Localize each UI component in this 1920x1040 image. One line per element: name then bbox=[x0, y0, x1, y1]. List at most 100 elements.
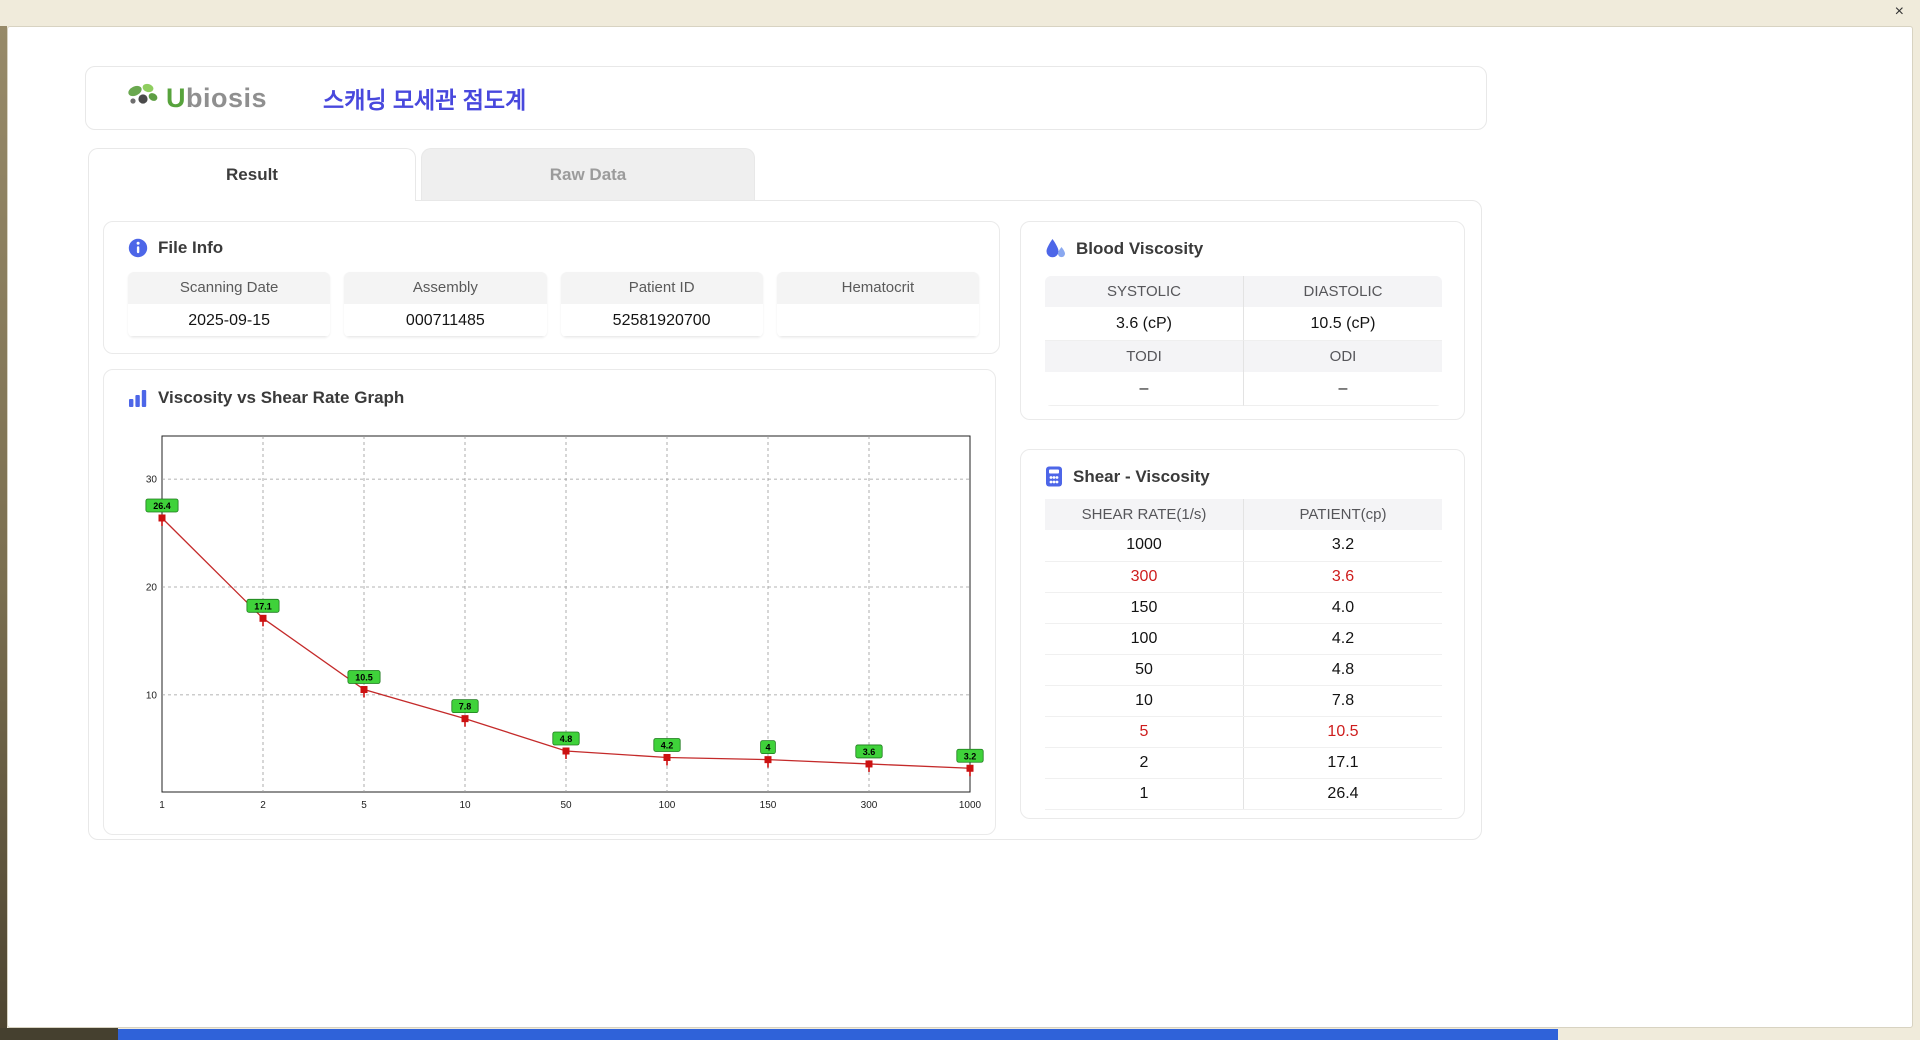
desktop-left-strip bbox=[0, 26, 7, 1028]
file-info-field-hematocrit: Hematocrit bbox=[776, 272, 979, 337]
graph-card: Viscosity vs Shear Rate Graph 10 20 30 1 2 5 1… bbox=[103, 369, 996, 835]
svg-text:50: 50 bbox=[560, 800, 572, 811]
svg-text:100: 100 bbox=[659, 800, 676, 811]
shear-table-row: 300 3.6 bbox=[1045, 561, 1442, 593]
shear-table-row: 50 4.8 bbox=[1045, 654, 1442, 686]
svg-text:10: 10 bbox=[459, 800, 471, 811]
tab-result[interactable]: Result bbox=[88, 148, 416, 201]
close-icon[interactable]: × bbox=[1895, 3, 1904, 21]
patient-cp-cell: 17.1 bbox=[1243, 747, 1442, 779]
bar-chart-icon bbox=[128, 388, 148, 408]
shear-rate-cell: 300 bbox=[1045, 561, 1244, 593]
field-value bbox=[776, 304, 979, 337]
shear-table-row: 1000 3.2 bbox=[1045, 530, 1442, 562]
blood-viscosity-grid: SYSTOLIC DIASTOLIC 3.6 (cP) 10.5 (cP) TODI OD… bbox=[1045, 276, 1442, 406]
file-info-card: File Info Scanning Date 2025-09-15 Assembl… bbox=[103, 221, 1000, 354]
file-info-field-scanning-date: Scanning Date 2025-09-15 bbox=[128, 272, 331, 337]
patient-cp-cell: 3.6 bbox=[1243, 561, 1442, 593]
page-title: 스캐닝 모세관 점도계 bbox=[323, 87, 527, 113]
svg-text:10.5: 10.5 bbox=[355, 673, 373, 683]
patient-cp-cell: 26.4 bbox=[1243, 778, 1442, 810]
svg-text:7.8: 7.8 bbox=[459, 702, 472, 712]
bv-header-todi: TODI bbox=[1045, 341, 1243, 372]
bv-header-systolic: SYSTOLIC bbox=[1045, 276, 1243, 307]
svg-text:17.1: 17.1 bbox=[254, 601, 272, 611]
svg-text:30: 30 bbox=[146, 475, 158, 486]
bv-header-row: TODI ODI bbox=[1045, 341, 1442, 372]
shear-rate-cell: 50 bbox=[1045, 654, 1244, 686]
svg-text:3.2: 3.2 bbox=[964, 751, 977, 761]
graph-title-row: Viscosity vs Shear Rate Graph bbox=[128, 388, 995, 408]
svg-text:1: 1 bbox=[159, 800, 165, 811]
field-label: Hematocrit bbox=[776, 272, 979, 304]
leaf-logo-icon bbox=[124, 82, 162, 114]
shear-viscosity-title-row: Shear - Viscosity bbox=[1045, 466, 1442, 487]
shear-column-header: SHEAR RATE(1/s) bbox=[1045, 499, 1244, 530]
shear-table-row: 2 17.1 bbox=[1045, 747, 1442, 779]
bv-value-row: 3.6 (cP) 10.5 (cP) bbox=[1045, 307, 1442, 341]
field-value: 52581920700 bbox=[560, 304, 763, 337]
field-value: 000711485 bbox=[344, 304, 547, 337]
logo-text: Ubiosis bbox=[166, 82, 268, 113]
file-info-field-assembly: Assembly 000711485 bbox=[344, 272, 547, 337]
svg-text:5: 5 bbox=[361, 800, 367, 811]
file-info-fields: Scanning Date 2025-09-15 Assembly 000711485… bbox=[128, 272, 979, 337]
field-label: Patient ID bbox=[560, 272, 763, 304]
svg-text:26.4: 26.4 bbox=[153, 501, 171, 511]
bv-header-odi: ODI bbox=[1243, 341, 1442, 372]
bv-value-systolic: 3.6 (cP) bbox=[1045, 307, 1243, 341]
tab-raw-data[interactable]: Raw Data bbox=[421, 148, 755, 200]
field-label: Assembly bbox=[344, 272, 547, 304]
desktop-bottom-dark-strip bbox=[0, 1028, 118, 1040]
svg-text:4.2: 4.2 bbox=[661, 740, 674, 750]
patient-cp-cell: 4.0 bbox=[1243, 592, 1442, 624]
bv-value-row: – – bbox=[1045, 372, 1442, 406]
graph-heading: Viscosity vs Shear Rate Graph bbox=[158, 388, 405, 407]
file-info-title-row: File Info bbox=[128, 238, 979, 258]
info-icon bbox=[128, 238, 148, 258]
shear-rate-cell: 1000 bbox=[1045, 530, 1244, 562]
patient-cp-cell: 10.5 bbox=[1243, 716, 1442, 748]
patient-cp-cell: 7.8 bbox=[1243, 685, 1442, 717]
shear-rate-cell: 1 bbox=[1045, 778, 1244, 810]
patient-cp-cell: 3.2 bbox=[1243, 530, 1442, 562]
shear-rate-cell: 2 bbox=[1045, 747, 1244, 779]
bv-header-diastolic: DIASTOLIC bbox=[1243, 276, 1442, 307]
shear-table-row: 10 7.8 bbox=[1045, 685, 1442, 717]
shear-viscosity-card: Shear - Viscosity SHEAR RATE(1/s) PATIENT… bbox=[1020, 449, 1465, 819]
svg-text:2: 2 bbox=[260, 800, 266, 811]
svg-text:1000: 1000 bbox=[959, 800, 982, 811]
shear-rate-cell: 100 bbox=[1045, 623, 1244, 655]
bv-value-odi: – bbox=[1243, 372, 1442, 406]
svg-text:4: 4 bbox=[765, 743, 770, 753]
svg-text:20: 20 bbox=[146, 583, 158, 594]
patient-cp-cell: 4.2 bbox=[1243, 623, 1442, 655]
svg-text:3.6: 3.6 bbox=[863, 747, 876, 757]
patient-cp-cell: 4.8 bbox=[1243, 654, 1442, 686]
viscosity-shear-chart: 10 20 30 1 2 5 10 50 100 150 300 1000 26.4 17.1 10.5 7.… bbox=[145, 435, 984, 811]
shear-rate-cell: 10 bbox=[1045, 685, 1244, 717]
shear-table-row: 5 10.5 bbox=[1045, 716, 1442, 748]
shear-rate-cell: 5 bbox=[1045, 716, 1244, 748]
calculator-icon bbox=[1045, 466, 1063, 487]
bv-value-diastolic: 10.5 (cP) bbox=[1243, 307, 1442, 341]
field-label: Scanning Date bbox=[128, 272, 331, 304]
desktop-bottom-blue-bar bbox=[118, 1029, 1558, 1040]
blood-viscosity-heading: Blood Viscosity bbox=[1076, 239, 1204, 258]
shear-column-header: PATIENT(cp) bbox=[1243, 499, 1442, 530]
shear-table-row: 1 26.4 bbox=[1045, 778, 1442, 810]
file-info-field-patient-id: Patient ID 52581920700 bbox=[560, 272, 763, 337]
bv-header-row: SYSTOLIC DIASTOLIC bbox=[1045, 276, 1442, 307]
file-info-heading: File Info bbox=[158, 238, 224, 257]
bv-value-todi: – bbox=[1045, 372, 1243, 406]
field-value: 2025-09-15 bbox=[128, 304, 331, 337]
blood-viscosity-title-row: Blood Viscosity bbox=[1045, 238, 1442, 260]
svg-text:300: 300 bbox=[861, 800, 878, 811]
ubiosis-logo: Ubiosis bbox=[124, 82, 267, 114]
shear-viscosity-heading: Shear - Viscosity bbox=[1073, 466, 1210, 486]
svg-text:150: 150 bbox=[760, 800, 777, 811]
svg-text:4.8: 4.8 bbox=[560, 734, 573, 744]
shear-table-row: 100 4.2 bbox=[1045, 623, 1442, 655]
shear-table-row: 150 4.0 bbox=[1045, 592, 1442, 624]
blood-viscosity-card: Blood Viscosity SYSTOLIC DIASTOLIC 3.6 (cP… bbox=[1020, 221, 1465, 420]
